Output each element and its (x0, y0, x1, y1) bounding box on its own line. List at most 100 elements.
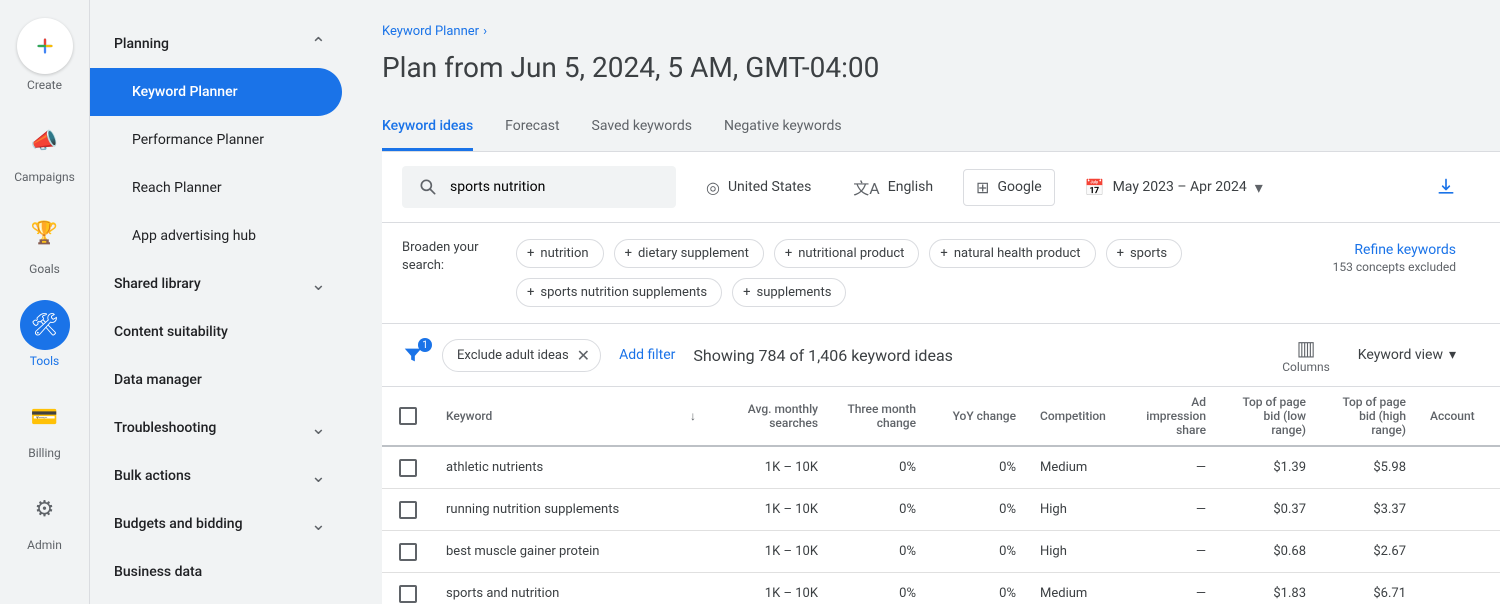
sidebar-performance-planner[interactable]: Performance Planner (90, 116, 342, 164)
rail-goals[interactable]: 🏆 Goals (20, 208, 70, 276)
tab-negative-keywords[interactable]: Negative keywords (724, 104, 842, 151)
cell-impression: — (1128, 452, 1218, 483)
broaden-chip[interactable]: +nutrition (516, 239, 604, 268)
wrench-icon: 🛠 (20, 300, 70, 350)
col-account[interactable]: Account (1418, 401, 1478, 431)
add-filter-button[interactable]: Add filter (619, 347, 675, 363)
sidebar-budgets-bidding[interactable]: Budgets and bidding⌄ (90, 500, 350, 548)
chevron-right-icon: › (483, 24, 487, 39)
breadcrumb[interactable]: Keyword Planner › (382, 24, 1500, 39)
row-checkbox[interactable] (399, 501, 417, 519)
cell-low-bid: $0.37 (1218, 494, 1318, 525)
col-competition[interactable]: Competition (1028, 401, 1128, 431)
close-icon[interactable]: ✕ (577, 346, 590, 365)
sidebar-bulk-actions[interactable]: Bulk actions⌄ (90, 452, 350, 500)
cell-volume: 1K – 10K (678, 578, 830, 604)
translate-icon: 文A (853, 175, 879, 199)
cell-three-month: 0% (830, 494, 928, 525)
rail-admin[interactable]: ⚙ Admin (20, 484, 70, 552)
language-filter[interactable]: 文A English (841, 167, 945, 207)
rail-campaigns-label: Campaigns (14, 170, 75, 184)
broaden-chip[interactable]: +sports (1106, 239, 1183, 268)
rail-create[interactable]: Create (17, 18, 73, 92)
broaden-chip[interactable]: +dietary supplement (614, 239, 764, 268)
sidebar-content-suitability[interactable]: Content suitability (90, 308, 350, 356)
row-checkbox[interactable] (399, 543, 417, 561)
cell-yoy: 0% (928, 494, 1028, 525)
chevron-down-icon: ⌄ (311, 418, 326, 439)
rail-billing[interactable]: 💳 Billing (20, 392, 70, 460)
calendar-icon: 📅 (1085, 178, 1105, 197)
trophy-icon: 🏆 (20, 208, 70, 258)
col-volume[interactable]: ↓Avg. monthly searches (678, 394, 830, 438)
cell-high-bid: $6.71 (1318, 578, 1418, 604)
tab-saved-keywords[interactable]: Saved keywords (592, 104, 692, 151)
sidebar-data-manager[interactable]: Data manager (90, 356, 350, 404)
search-icon (418, 177, 438, 197)
cell-three-month: 0% (830, 536, 928, 567)
cell-yoy: 0% (928, 452, 1028, 483)
table-row[interactable]: athletic nutrients1K – 10K0%0%Medium—$1.… (382, 447, 1500, 489)
rail-tools[interactable]: 🛠 Tools (20, 300, 70, 368)
tab-forecast[interactable]: Forecast (505, 104, 559, 151)
col-low-bid[interactable]: Top of page bid (low range) (1218, 387, 1318, 445)
col-keyword[interactable]: Keyword (434, 401, 678, 431)
row-checkbox[interactable] (399, 585, 417, 603)
main-content: Keyword Planner › Plan from Jun 5, 2024,… (350, 0, 1500, 604)
results-table: Keyword ↓Avg. monthly searches Three mon… (382, 386, 1500, 604)
search-box[interactable] (402, 166, 676, 208)
broaden-chip[interactable]: +nutritional product (774, 239, 920, 268)
sidebar-shared-library[interactable]: Shared library⌄ (90, 260, 350, 308)
table-row[interactable]: sports and nutrition1K – 10K0%0%Medium—$… (382, 573, 1500, 604)
date-range-filter[interactable]: 📅 May 2023 – Apr 2024 ▾ (1073, 170, 1275, 205)
cell-yoy: 0% (928, 536, 1028, 567)
funnel-icon[interactable]: 1 (402, 344, 424, 366)
col-impression[interactable]: Ad impression share (1128, 387, 1218, 445)
sidebar-keyword-planner[interactable]: Keyword Planner (90, 68, 342, 116)
sidebar-troubleshooting[interactable]: Troubleshooting⌄ (90, 404, 350, 452)
cell-low-bid: $1.83 (1218, 578, 1318, 604)
sidebar-business-data[interactable]: Business data (90, 548, 350, 596)
select-all-checkbox[interactable] (399, 407, 417, 425)
cell-keyword: best muscle gainer protein (434, 536, 678, 567)
cell-competition: Medium (1028, 578, 1128, 604)
page-title: Plan from Jun 5, 2024, 5 AM, GMT-04:00 (382, 51, 1500, 84)
col-yoy[interactable]: YoY change (928, 401, 1028, 431)
col-three-month[interactable]: Three month change (830, 394, 928, 438)
rail-tools-label: Tools (30, 354, 59, 368)
search-input[interactable] (450, 179, 660, 195)
keyword-view-toggle[interactable]: Keyword view ▾ (1358, 347, 1456, 363)
plus-icon: + (527, 246, 534, 261)
gear-icon: ⚙ (20, 484, 70, 534)
sidebar-app-hub[interactable]: App advertising hub (90, 212, 342, 260)
table-row[interactable]: best muscle gainer protein1K – 10K0%0%Hi… (382, 531, 1500, 573)
rail-campaigns[interactable]: 📣 Campaigns (14, 116, 75, 184)
row-checkbox[interactable] (399, 459, 417, 477)
col-high-bid[interactable]: Top of page bid (high range) (1318, 387, 1418, 445)
filters-row: ◎ United States 文A English ⊞ Google 📅 Ma… (382, 152, 1500, 222)
broaden-chip[interactable]: +natural health product (929, 239, 1095, 268)
chevron-down-icon: ⌄ (311, 466, 326, 487)
sidebar-reach-planner[interactable]: Reach Planner (90, 164, 342, 212)
cell-low-bid: $0.68 (1218, 536, 1318, 567)
table-header: Keyword ↓Avg. monthly searches Three mon… (382, 387, 1500, 447)
location-filter[interactable]: ◎ United States (694, 170, 823, 205)
results-card: ◎ United States 文A English ⊞ Google 📅 Ma… (382, 152, 1500, 604)
network-filter[interactable]: ⊞ Google (963, 169, 1055, 206)
cell-competition: High (1028, 494, 1128, 525)
plus-icon: + (625, 246, 632, 261)
columns-button[interactable]: ▥ Columns (1282, 336, 1330, 374)
refine-keywords-link[interactable]: Refine keywords (1354, 242, 1456, 258)
broaden-chip[interactable]: +sports nutrition supplements (516, 278, 722, 307)
cell-competition: Medium (1028, 452, 1128, 483)
sidebar-planning[interactable]: Planning ⌃ (90, 20, 350, 68)
sidebar: Planning ⌃ Keyword Planner Performance P… (90, 0, 350, 604)
cell-high-bid: $3.37 (1318, 494, 1418, 525)
table-row[interactable]: running nutrition supplements1K – 10K0%0… (382, 489, 1500, 531)
filter-count-badge: 1 (418, 338, 432, 352)
download-icon[interactable] (1436, 177, 1456, 197)
tab-keyword-ideas[interactable]: Keyword ideas (382, 104, 473, 151)
broaden-chip[interactable]: +supplements (732, 278, 846, 307)
columns-icon: ▥ (1297, 336, 1316, 360)
cell-volume: 1K – 10K (678, 536, 830, 567)
